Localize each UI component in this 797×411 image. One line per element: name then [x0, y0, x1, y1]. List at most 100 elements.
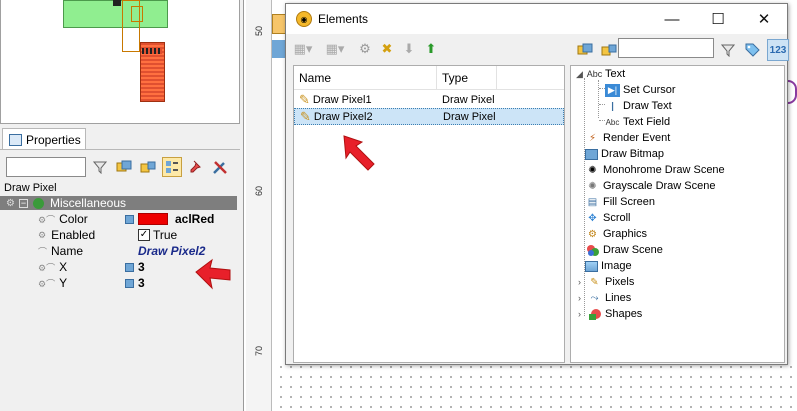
move-up-icon[interactable]: ⬆ — [420, 38, 442, 60]
tree-item-scroll[interactable]: ✥ Scroll — [585, 210, 631, 226]
tree-item-lines[interactable]: › ⤳ Lines — [575, 290, 631, 306]
tree-item-label: Pixels — [605, 276, 635, 288]
property-value-name[interactable]: Draw Pixel2 — [138, 244, 237, 258]
draw-scene-icon — [585, 244, 600, 257]
filter-icon[interactable] — [717, 39, 739, 61]
tree-item-fill-screen[interactable]: ▤ Fill Screen — [585, 194, 655, 210]
settings-icon[interactable]: ⚙ — [354, 38, 376, 60]
property-name-cell: ⚙ Enabled — [0, 228, 138, 242]
cursor-icon: ▶| — [605, 83, 620, 97]
ungroup-icon[interactable] — [138, 157, 158, 177]
property-value: Draw Pixel2 — [138, 244, 206, 258]
tree-item-text[interactable]: ◢ Abc Text — [575, 66, 625, 82]
tree-item-label: Image — [601, 260, 632, 272]
group-icon[interactable] — [114, 157, 134, 177]
tools-icon[interactable] — [210, 157, 230, 177]
categorized-icon[interactable] — [162, 157, 182, 177]
tree-item-label: Grayscale Draw Scene — [603, 180, 716, 192]
property-value-color[interactable]: aclRed — [138, 212, 237, 226]
property-icon: ⚙⌒ — [38, 278, 56, 289]
property-icon: ⌒ — [38, 246, 48, 257]
list-item[interactable]: ✎ Draw Pixel1 Draw Pixel — [294, 91, 564, 108]
text-field-icon: Abc — [605, 117, 620, 127]
checkbox-checked[interactable]: ✓ — [138, 229, 150, 241]
property-value-enabled[interactable]: ✓ True — [138, 228, 237, 242]
expand-arrow-icon[interactable]: › — [575, 293, 584, 303]
tree-item-draw-text[interactable]: I Draw Text — [605, 98, 672, 114]
bind-icon[interactable] — [125, 278, 134, 288]
property-name: Enabled — [51, 228, 96, 242]
collapse-all-icon[interactable] — [598, 39, 620, 61]
tree-item-draw-bitmap[interactable]: Draw Bitmap — [585, 146, 664, 162]
properties-icon — [9, 133, 22, 146]
tree-item-render-event[interactable]: ⚡ Render Event — [585, 130, 670, 146]
tree-item-image[interactable]: Image — [585, 258, 632, 274]
expand-arrow-icon[interactable]: › — [575, 309, 584, 319]
list-item-name: Draw Pixel2 — [313, 110, 373, 123]
properties-search-input[interactable] — [6, 157, 86, 177]
tree-item-monohrome-draw-scene[interactable]: ✺ Monohrome Draw Scene — [585, 162, 725, 178]
property-icon: ⚙⌒ — [38, 262, 56, 273]
minimize-button[interactable]: — — [649, 4, 695, 34]
tag-icon[interactable] — [742, 39, 764, 61]
scroll-icon: ✥ — [588, 212, 597, 224]
move-down-icon[interactable]: ⬇ — [398, 38, 420, 60]
tree-item-label: Scroll — [603, 212, 631, 224]
list-header: Name Type — [294, 66, 564, 90]
tree-item-text-field[interactable]: Abc Text Field — [605, 114, 670, 130]
title-bar[interactable]: ◉ Elements — ☐ ✕ — [286, 4, 787, 34]
elements-tree[interactable]: ◢ Abc Text ▶| Set Cursor I Draw Text Abc… — [570, 65, 785, 363]
bind-icon[interactable] — [125, 214, 134, 224]
vertical-ruler: 50 60 70 — [246, 0, 272, 411]
bitmap-icon — [585, 148, 598, 160]
property-name: Y — [59, 276, 68, 290]
tree-item-set-cursor[interactable]: ▶| Set Cursor — [605, 82, 676, 98]
tree-item-grayscale-draw-scene[interactable]: ✺ Grayscale Draw Scene — [585, 178, 716, 194]
ruler-label-50: 50 — [254, 25, 264, 36]
maximize-button[interactable]: ☐ — [695, 4, 741, 34]
collapse-arrow-icon[interactable]: ◢ — [575, 69, 584, 79]
category-label: Miscellaneous — [49, 196, 127, 210]
elements-search-input[interactable] — [618, 38, 714, 58]
property-icon: ⚙ — [38, 229, 47, 240]
property-row-color[interactable]: ⚙⌒ Color aclRed — [0, 211, 237, 227]
column-header-name[interactable]: Name — [294, 66, 437, 89]
tree-item-label: Lines — [605, 292, 632, 304]
sort-numeric-icon[interactable]: 123 — [767, 39, 789, 61]
tab-properties[interactable]: Properties — [2, 128, 86, 150]
add-child-icon[interactable]: ▦▾ — [324, 38, 346, 60]
tree-item-graphics[interactable]: ⚙ Graphics — [585, 226, 647, 242]
lines-icon: ⤳ — [590, 292, 599, 304]
tree-item-shapes[interactable]: › Shapes — [575, 306, 642, 322]
pixels-icon: ✎ — [590, 276, 599, 288]
expand-all-icon[interactable] — [574, 39, 596, 61]
add-element-icon[interactable]: ▦▾ — [292, 38, 314, 60]
column-header-type[interactable]: Type — [437, 66, 497, 89]
list-item-selected[interactable]: ✎ Draw Pixel2 Draw Pixel — [294, 108, 564, 125]
properties-toolbar — [90, 157, 230, 177]
preview-canvas[interactable] — [0, 0, 240, 124]
tree-item-label: Shapes — [605, 308, 643, 320]
list-item-name: Draw Pixel1 — [312, 93, 372, 106]
tree-item-label: Set Cursor — [623, 84, 676, 96]
property-row-enabled[interactable]: ⚙ Enabled ✓ True — [0, 227, 237, 243]
property-name: X — [59, 260, 68, 274]
close-button[interactable]: ✕ — [741, 4, 787, 34]
elements-list[interactable]: Name Type ✎ Draw Pixel1 Draw Pixel ✎ Dra… — [293, 65, 565, 363]
category-miscellaneous[interactable]: ⚙ − Miscellaneous — [0, 196, 237, 210]
delete-icon[interactable]: ✖ — [376, 38, 398, 60]
pin-icon[interactable] — [186, 157, 206, 177]
property-name-cell: ⌒ Name — [0, 244, 138, 258]
filter-icon[interactable] — [90, 157, 110, 177]
property-name: Name — [51, 244, 84, 258]
bind-icon[interactable] — [125, 262, 134, 272]
elements-toolbar-right — [574, 39, 620, 61]
collapse-icon[interactable]: − — [18, 198, 28, 208]
property-row-name[interactable]: ⌒ Name Draw Pixel2 — [0, 243, 237, 259]
tree-item-pixels[interactable]: › ✎ Pixels — [575, 274, 634, 290]
tree-item-draw-scene[interactable]: Draw Scene — [585, 242, 663, 258]
tree-item-label: Draw Bitmap — [601, 148, 664, 160]
tree-item-label: Monohrome Draw Scene — [603, 164, 725, 176]
ruler-label-70: 70 — [254, 345, 264, 356]
expand-arrow-icon[interactable]: › — [575, 277, 584, 287]
